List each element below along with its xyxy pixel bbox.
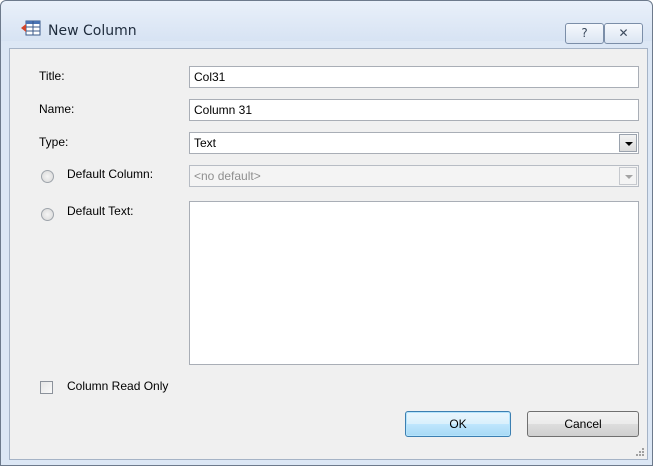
type-select-value: Text <box>194 136 217 150</box>
title-bar[interactable]: New Column ? ✕ <box>1 1 652 44</box>
chevron-down-icon[interactable] <box>619 134 637 152</box>
help-button[interactable]: ? <box>565 23 604 44</box>
type-label: Type: <box>39 135 69 149</box>
default-column-radio[interactable] <box>41 170 54 183</box>
name-input-value: Column 31 <box>194 103 253 117</box>
title-label: Title: <box>39 69 65 83</box>
close-icon: ✕ <box>618 26 629 40</box>
default-column-select[interactable]: <no default> <box>189 165 639 187</box>
type-select[interactable]: Text <box>189 132 639 154</box>
default-text-label: Default Text: <box>67 204 134 218</box>
ok-button-label: OK <box>449 417 467 431</box>
cancel-button[interactable]: Cancel <box>527 411 639 437</box>
cancel-button-label: Cancel <box>564 417 602 431</box>
ok-button[interactable]: OK <box>405 411 511 437</box>
read-only-label: Column Read Only <box>67 379 169 393</box>
title-input-value: Col31 <box>194 70 226 84</box>
help-icon: ? <box>581 26 588 40</box>
chevron-down-icon[interactable] <box>619 167 637 185</box>
close-button[interactable]: ✕ <box>604 23 643 44</box>
read-only-checkbox[interactable] <box>40 381 53 394</box>
table-column-icon <box>21 20 41 36</box>
default-text-radio[interactable] <box>41 208 54 221</box>
new-column-dialog: New Column ? ✕ Title: Col31 Name: Column… <box>0 0 653 466</box>
default-column-value: <no default> <box>194 169 261 183</box>
dialog-title: New Column <box>48 23 137 39</box>
title-input[interactable]: Col31 <box>189 66 639 88</box>
name-label: Name: <box>39 102 75 116</box>
dialog-body: Title: Col31 Name: Column 31 Type: Text … <box>9 48 648 460</box>
name-input[interactable]: Column 31 <box>189 99 639 121</box>
default-text-area[interactable] <box>189 201 639 365</box>
default-column-label: Default Column: <box>67 167 154 181</box>
resize-grip-icon[interactable] <box>635 447 645 457</box>
